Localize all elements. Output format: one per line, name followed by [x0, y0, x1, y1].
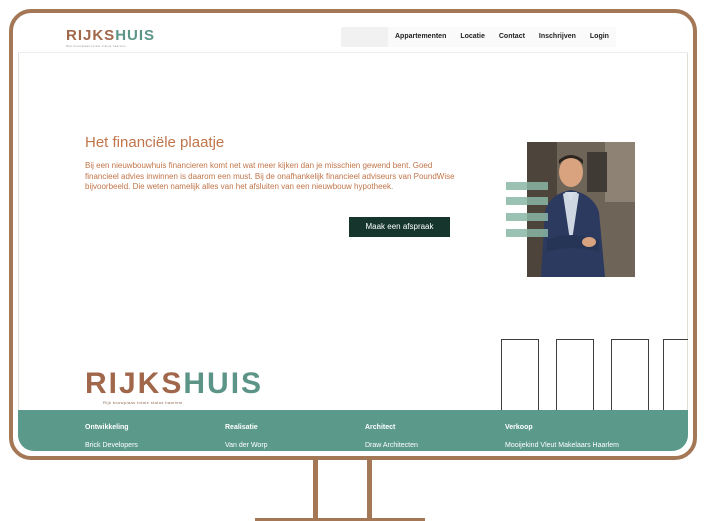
footer-heading: Realisatie	[225, 424, 258, 431]
footer-logo-word-2: HUIS	[183, 367, 264, 400]
nav-link-login[interactable]: Login	[583, 27, 616, 47]
monitor-frame: RIJKSHUIS Rijk bouwplaas totale status h…	[9, 9, 697, 460]
monitor-stand-left	[313, 460, 318, 518]
nav-link-contact[interactable]: Contact	[492, 27, 532, 47]
site-logo[interactable]: RIJKSHUIS Rijk bouwplaas totale status h…	[66, 28, 155, 48]
decor-stripe	[506, 182, 548, 190]
decor-stripe	[506, 213, 548, 221]
hero-title: Het financiële plaatje	[85, 134, 225, 151]
footer-heading: Architect	[365, 424, 396, 431]
nav-links: Appartementen Locatie Contact Inschrijve…	[388, 27, 616, 47]
nav-link-inschrijven[interactable]: Inschrijven	[532, 27, 583, 47]
hero-text: Bij een nieuwbouwhuis financieren komt n…	[85, 161, 455, 191]
footer-logo: RIJKSHUIS Rijk bouwplaas totale status h…	[85, 367, 264, 406]
footer-heading: Ontwikkeling	[85, 424, 129, 431]
advisor-photo	[527, 142, 635, 277]
footer-logo-tagline: Rijk bouwplaas totale status haarlem	[103, 400, 183, 405]
footer-logo-word-1: RIJKS	[85, 367, 184, 400]
footer-heading: Verkoop	[505, 424, 533, 431]
footer-column-realisatie: Realisatie Van der Worp	[225, 424, 268, 449]
footer-column-architect: Architect Draw Architecten	[365, 424, 418, 449]
appointment-button[interactable]: Maak een afspraak	[349, 217, 450, 237]
footer-column-ontwikkeling: Ontwikkeling Brick Developers	[85, 424, 138, 449]
footer-link[interactable]: Draw Architecten	[365, 442, 418, 449]
logo-word-2: HUIS	[115, 27, 156, 44]
logo-tagline: Rijk bouwplaas totale status haarlem	[66, 44, 126, 48]
footer-link[interactable]: Van der Worp	[225, 442, 268, 449]
navbar: RIJKSHUIS Rijk bouwplaas totale status h…	[18, 18, 688, 53]
decor-stripe	[506, 229, 548, 237]
footer-link[interactable]: Mooijekind Vleut Makelaars Haarlem	[505, 442, 619, 449]
footer-link[interactable]: Brick Developers	[85, 442, 138, 449]
footer: Ontwikkeling Brick Developers Realisatie…	[18, 410, 688, 451]
footer-column-verkoop: Verkoop Mooijekind Vleut Makelaars Haarl…	[505, 424, 619, 449]
screen: RIJKSHUIS Rijk bouwplaas totale status h…	[18, 18, 688, 451]
logo-word-1: RIJKS	[66, 27, 116, 44]
nav-link-locatie[interactable]: Locatie	[453, 27, 492, 47]
nav-link-appartementen[interactable]: Appartementen	[388, 27, 453, 47]
decor-stripe	[506, 197, 548, 205]
monitor-stand-right	[367, 460, 372, 518]
